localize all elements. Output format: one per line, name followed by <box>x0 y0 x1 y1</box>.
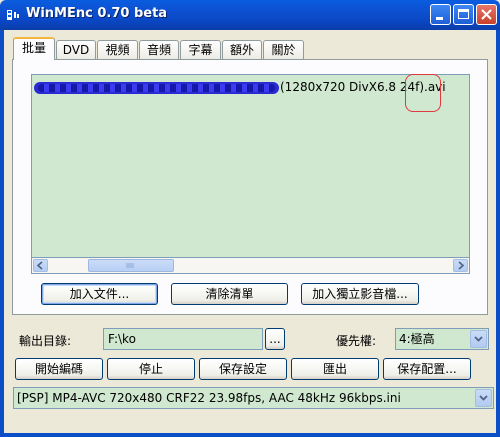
window-title: WinMEnc 0.70 beta <box>26 6 168 21</box>
tab-about[interactable]: 關於 <box>263 40 304 59</box>
app-window: WinMEnc 0.70 beta 批量 DVD 視頻 音頻 字幕 額外 關於 … <box>0 0 500 437</box>
chevron-down-icon <box>479 395 488 401</box>
tab-extra[interactable]: 額外 <box>222 40 262 59</box>
scroll-left-button[interactable] <box>33 259 48 272</box>
app-icon <box>7 10 19 20</box>
profile-dropdown-button[interactable] <box>475 389 492 407</box>
close-button[interactable] <box>476 4 497 25</box>
batch-file-list[interactable]: (1280x720 DivX6.8 24f).avi <box>31 74 470 274</box>
maximize-icon <box>458 9 469 19</box>
profile-value: [PSP] MP4-AVC 720x480 CRF22 23.98fps, AA… <box>17 391 401 405</box>
save-settings-button[interactable]: 保存設定 <box>199 358 287 380</box>
export-button[interactable]: 匯出 <box>291 358 379 380</box>
minimize-icon <box>436 17 443 20</box>
maximize-button[interactable] <box>453 4 474 25</box>
list-item[interactable]: (1280x720 DivX6.8 24f).avi <box>32 74 469 112</box>
annotation-circle <box>405 74 441 112</box>
scroll-thumb[interactable] <box>88 259 174 272</box>
tab-batch[interactable]: 批量 <box>13 37 55 60</box>
tab-video[interactable]: 視頻 <box>97 40 138 59</box>
grip-icon <box>126 263 134 268</box>
clear-list-button[interactable]: 清除清單 <box>171 283 288 305</box>
tab-dvd[interactable]: DVD <box>56 40 96 59</box>
horizontal-scrollbar[interactable] <box>31 257 470 274</box>
add-file-button[interactable]: 加入文件... <box>41 283 158 305</box>
profile-select[interactable]: [PSP] MP4-AVC 720x480 CRF22 23.98fps, AA… <box>13 387 494 409</box>
priority-label: 優先權: <box>336 334 377 348</box>
tab-subtitle[interactable]: 字幕 <box>180 40 221 59</box>
chevron-down-icon <box>474 336 483 342</box>
minimize-button[interactable] <box>430 4 451 25</box>
window-border-right <box>496 30 500 437</box>
start-encoding-button[interactable]: 開始編碼 <box>15 358 103 380</box>
priority-dropdown-button[interactable] <box>470 330 487 348</box>
priority-select[interactable]: 4:極高 <box>395 328 489 350</box>
save-profile-button[interactable]: 保存配置... <box>383 358 471 380</box>
window-border-left <box>0 30 4 437</box>
scroll-right-button[interactable] <box>453 259 468 272</box>
browse-button[interactable]: ... <box>265 328 285 350</box>
priority-value: 4:極高 <box>399 332 435 346</box>
title-bar[interactable]: WinMEnc 0.70 beta <box>0 0 500 30</box>
add-audio-button[interactable]: 加入獨立影音檔... <box>301 283 419 305</box>
stop-button[interactable]: 停止 <box>107 358 195 380</box>
arrow-right-icon <box>458 261 465 270</box>
tab-audio[interactable]: 音頻 <box>139 40 179 59</box>
output-dir-label: 輸出目錄: <box>19 334 72 348</box>
redacted-filename <box>34 82 279 94</box>
arrow-left-icon <box>36 261 43 270</box>
output-dir-field[interactable]: F:\ko <box>103 328 263 350</box>
close-icon <box>481 9 492 20</box>
window-border-bottom <box>0 433 500 437</box>
